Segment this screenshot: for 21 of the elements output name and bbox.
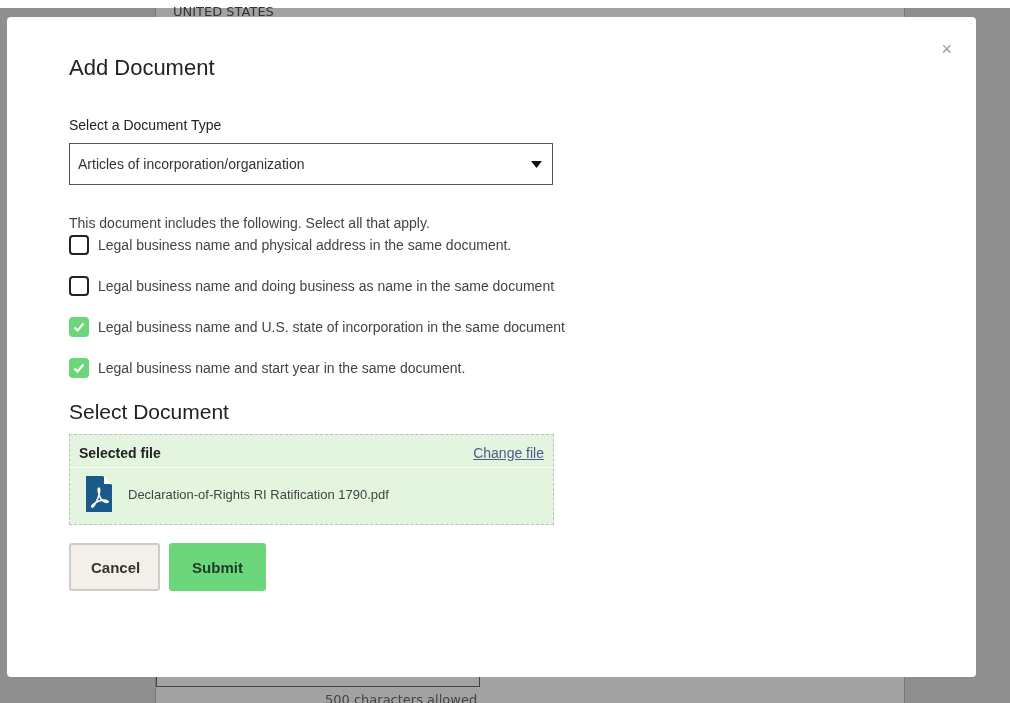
country-text: UNITED STATES <box>173 5 275 19</box>
submit-button[interactable]: Submit <box>169 543 266 591</box>
checkbox[interactable] <box>69 234 89 255</box>
document-type-dropdown[interactable]: Articles of incorporation/organization <box>69 143 553 185</box>
caret-icon <box>531 160 542 168</box>
pdf-file-icon <box>86 476 112 512</box>
checkbox-label: Legal business name and physical address in the same document. <box>98 236 512 253</box>
cancel-button[interactable]: Cancel <box>69 543 160 591</box>
section-heading: Select Document <box>69 400 230 424</box>
instruction-text: This document includes the following. Select all that apply. <box>69 215 431 231</box>
field-label: Select a Document Type <box>69 117 223 133</box>
dialog-title: Add Document <box>69 55 215 81</box>
checkbox-label: Legal business name and U.S. state of incorporation in the same document <box>98 318 565 335</box>
change-file-link[interactable]: Change file <box>473 445 544 461</box>
check-icon <box>73 321 85 332</box>
checkbox[interactable] <box>69 275 89 296</box>
check-icon <box>73 362 85 373</box>
checkbox-label: Legal business name and doing business as name in the same document <box>98 277 555 294</box>
file-name: Declaration-of-Rights RI Ratification 1790.pdf <box>128 486 389 502</box>
selected-file-label: Selected file <box>79 445 161 461</box>
checkbox-label: Legal business name and start year in the same document. <box>98 359 466 376</box>
